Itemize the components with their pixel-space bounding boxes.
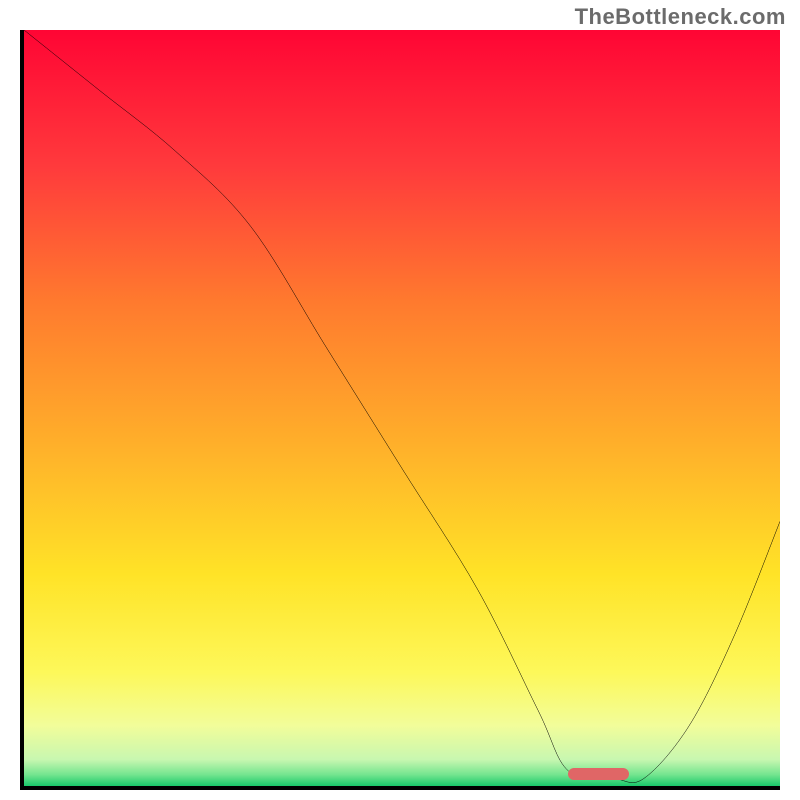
- chart-container: TheBottleneck.com: [0, 0, 800, 800]
- optimum-marker: [568, 768, 628, 780]
- plot-area: [20, 30, 780, 790]
- watermark-text: TheBottleneck.com: [575, 4, 786, 30]
- bottleneck-curve: [24, 30, 780, 786]
